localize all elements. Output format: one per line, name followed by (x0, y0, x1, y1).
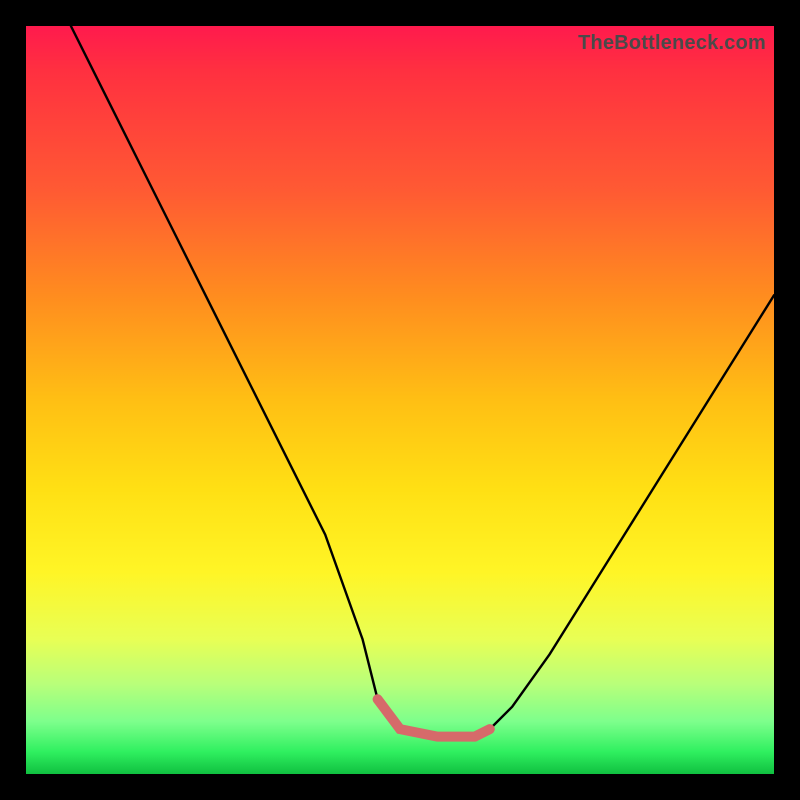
curve-layer (26, 26, 774, 774)
accent-band (378, 699, 490, 736)
watermark-label: TheBottleneck.com (578, 32, 766, 55)
chart-frame: TheBottleneck.com (0, 0, 800, 800)
bottleneck-curve (71, 26, 774, 737)
plot-area: TheBottleneck.com (26, 26, 774, 774)
